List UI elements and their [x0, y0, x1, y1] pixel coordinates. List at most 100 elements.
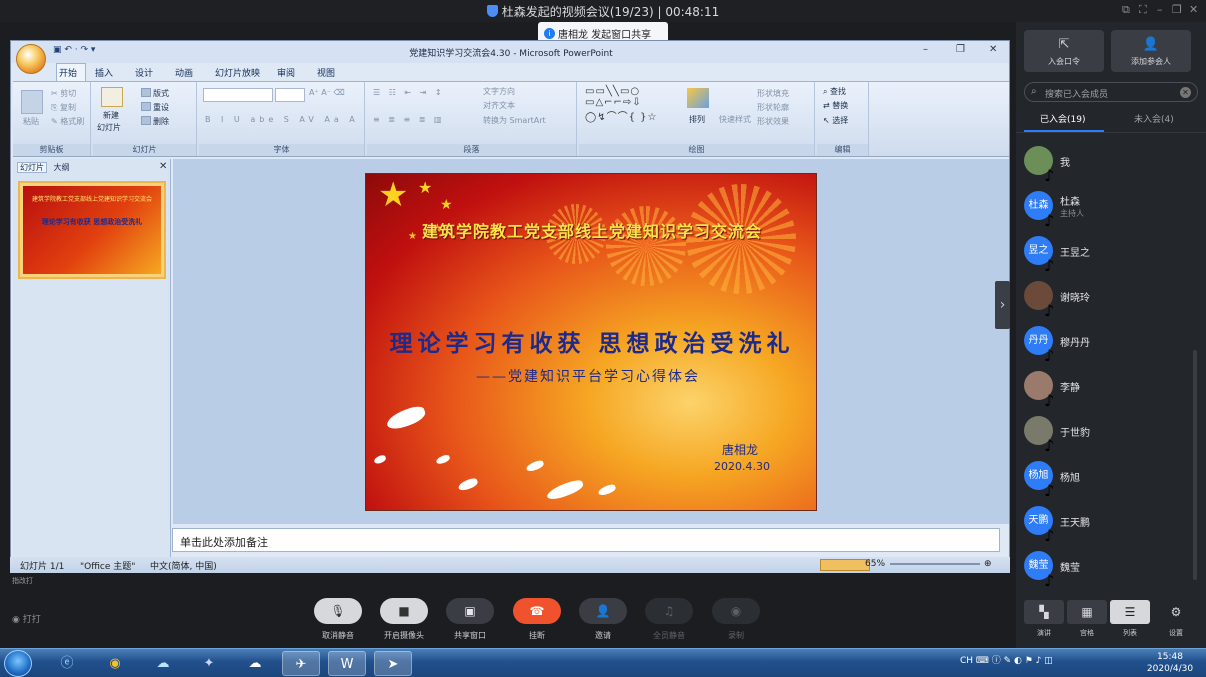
meeting-app-icon[interactable]: ➤	[374, 651, 412, 676]
smartart-button[interactable]: 转换为 SmartArt	[483, 115, 546, 126]
member-item[interactable]: 丹丹 ♪ 穆丹丹	[1024, 322, 1194, 365]
cloud-app-icon[interactable]: ☁	[144, 651, 182, 676]
find-button[interactable]: ⌕ 查找	[823, 86, 846, 97]
dove-icon	[384, 403, 428, 433]
font-grow-icons[interactable]: A⁺ A⁻ ⌫	[309, 88, 345, 97]
tab-home[interactable]: 开始	[59, 66, 77, 79]
add-member-button[interactable]: 👤 添加参会人	[1111, 30, 1191, 72]
restore-icon[interactable]: ❐	[1172, 3, 1182, 16]
member-item[interactable]: 杨旭 ♪ 杨旭	[1024, 457, 1194, 500]
member-scrollbar[interactable]	[1193, 350, 1197, 580]
align-icons[interactable]: ≡ ≣ ≡ ≣ ▥	[373, 115, 445, 124]
member-search-input[interactable]: ⌕ 搜索已入会成员 ✕	[1024, 82, 1198, 102]
tab-outline[interactable]: 大纲	[50, 163, 74, 172]
notes-field[interactable]: 单击此处添加备注	[172, 528, 1000, 552]
paste-icon[interactable]	[21, 90, 43, 114]
paste-label[interactable]: 粘贴	[23, 116, 39, 127]
baidu-netdisk-icon[interactable]: ☁	[236, 651, 274, 676]
close-icon[interactable]: ✕	[1189, 3, 1198, 16]
share-button[interactable]: ▣	[446, 598, 494, 624]
tab-animation[interactable]: 动画	[175, 66, 193, 79]
align-text-button[interactable]: 对齐文本	[483, 100, 515, 111]
replace-button[interactable]: ⇄ 替换	[823, 100, 848, 111]
format-painter-button[interactable]: ✎ 格式刷	[51, 116, 84, 127]
minimize-icon[interactable]: –	[1157, 3, 1163, 16]
wps-icon[interactable]: W	[328, 651, 366, 676]
arrange-icon[interactable]	[687, 88, 709, 108]
tab-slideshow[interactable]: 幻灯片放映	[215, 66, 260, 79]
tab-design[interactable]: 设计	[135, 66, 153, 79]
lark-icon[interactable]: ✦	[190, 651, 228, 676]
tab-joined[interactable]: 已入会(19)	[1040, 112, 1085, 125]
shape-effects-button[interactable]: 形状效果	[757, 116, 789, 127]
office-button-icon[interactable]	[16, 44, 46, 74]
chrome-icon[interactable]: ◉	[96, 651, 134, 676]
group-label: 剪贴板	[13, 144, 90, 156]
tab-insert[interactable]: 插入	[95, 66, 113, 79]
select-button[interactable]: ↖ 选择	[823, 115, 848, 126]
start-button-icon[interactable]	[4, 650, 32, 677]
member-item[interactable]: ♪ 于世豹	[1024, 412, 1194, 455]
tab-view[interactable]: 视图	[317, 66, 335, 79]
cut-button[interactable]: ✂ 剪切	[51, 88, 76, 99]
invite-button[interactable]: 👤	[579, 598, 627, 624]
zoom-slider[interactable]	[890, 563, 980, 565]
shape-fill-button[interactable]: 形状填充	[757, 88, 789, 99]
slides-panel: 幻灯片 大纲 ✕ 建筑学院教工党支部线上党建知识学习交流会 理论学习有收获 思想…	[13, 159, 171, 557]
shape-outline-button[interactable]: 形状轮廓	[757, 102, 789, 113]
member-item[interactable]: ♪ 谢晓玲	[1024, 277, 1194, 320]
font-size-field[interactable]	[275, 88, 305, 102]
text-direction-button[interactable]: 文字方向	[483, 86, 515, 97]
slide-thumbnail[interactable]: 建筑学院教工党支部线上党建知识学习交流会 理论学习有收获 思想政治受洗礼	[18, 181, 166, 279]
layout-button[interactable]: 版式	[141, 88, 169, 99]
camera-button[interactable]: ■	[380, 598, 428, 624]
tab-not-joined[interactable]: 未入会(4)	[1134, 112, 1174, 125]
zoom-in-icon[interactable]: ⊕	[984, 559, 992, 569]
shapes-gallery[interactable]: ▭▭╲╲▭○ ▭△⌐⌐⇨⇩ ◯↯⌒⌒{ }☆	[585, 86, 657, 123]
dingtalk-icon[interactable]: ✈	[282, 651, 320, 676]
collapse-panel-icon[interactable]: ›	[995, 281, 1010, 329]
ppt-minimize-icon[interactable]: –	[923, 44, 928, 55]
view-buttons[interactable]	[820, 559, 870, 571]
reset-button[interactable]: 重设	[141, 102, 169, 113]
fullscreen-icon[interactable]: ⛶	[1139, 3, 1147, 17]
tab-slides[interactable]: 幻灯片	[17, 162, 47, 173]
delete-button[interactable]: 删除	[141, 116, 169, 127]
new-slide-label-2[interactable]: 幻灯片	[97, 122, 121, 133]
tab-review[interactable]: 审阅	[277, 66, 295, 79]
clock[interactable]: 15:48 2020/4/30	[1140, 651, 1200, 675]
slide[interactable]: ★ ★ ★ ★ ★ 建筑学院教工党支部线上党建知识学习交流会 理论学习有收获 思…	[365, 173, 817, 511]
fit-window-icon[interactable]: ⧉	[1122, 3, 1130, 17]
ppt-restore-icon[interactable]: ❐	[956, 44, 965, 55]
ie-icon[interactable]: ⓔ	[48, 651, 86, 676]
invite-code-button[interactable]: ⇱ 入会口令	[1024, 30, 1104, 72]
system-tray[interactable]: CH ⌨ ⓘ ✎ ◐ ⚑ ♪ ◫	[960, 653, 1053, 666]
panel-close-icon[interactable]: ✕	[159, 161, 167, 172]
member-item[interactable]: ♪ 李静	[1024, 367, 1194, 410]
quick-styles-label[interactable]: 快速样式	[719, 114, 751, 125]
ppt-close-icon[interactable]: ✕	[989, 44, 997, 55]
copy-button[interactable]: ⎘ 复制	[51, 102, 76, 113]
view-grid-button[interactable]: ▦	[1067, 600, 1107, 624]
arrange-label[interactable]: 排列	[689, 114, 705, 125]
quick-access-toolbar[interactable]: ▣ ↶ · ↷ ▾	[53, 45, 95, 55]
mute-all-button[interactable]: ♫	[645, 598, 693, 624]
ppt-window-title: 党建知识学习交流会4.30 - Microsoft PowerPoint	[409, 49, 613, 59]
clear-icon[interactable]: ✕	[1180, 87, 1191, 98]
new-slide-label[interactable]: 新建	[103, 110, 119, 121]
view-speaker-button[interactable]: ▚	[1024, 600, 1064, 624]
mic-button[interactable]: 🎙	[314, 598, 362, 624]
member-item[interactable]: ♪ 我	[1024, 142, 1194, 185]
member-item[interactable]: 昱之 ♪ 王昱之	[1024, 232, 1194, 275]
member-item[interactable]: 魏莹 ♪ 魏莹	[1024, 547, 1194, 590]
hangup-button[interactable]: ☎	[513, 598, 561, 624]
member-item[interactable]: 天鹏 ♪ 王天鹏	[1024, 502, 1194, 545]
view-settings-button[interactable]: ⚙	[1156, 600, 1196, 624]
list-icons[interactable]: ☰ ☷ ⇤ ⇥ ↕	[373, 88, 445, 97]
new-slide-icon[interactable]	[101, 87, 123, 107]
font-name-field[interactable]	[203, 88, 273, 102]
record-button[interactable]: ◉	[712, 598, 760, 624]
view-list-button[interactable]: ☰	[1110, 600, 1150, 624]
member-item[interactable]: 杜森 ♪ 杜森 主持人	[1024, 187, 1194, 230]
font-format-icons[interactable]: B I U abe S AV Aa A	[205, 115, 359, 124]
